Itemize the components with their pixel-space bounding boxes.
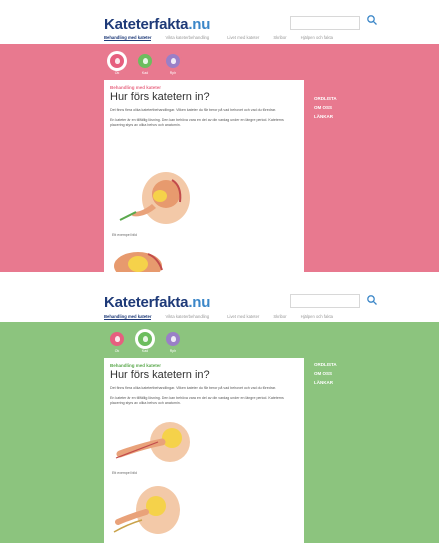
tab-circle [136, 52, 154, 70]
nav-item-skribor[interactable]: Skribor [273, 314, 286, 320]
search-icon[interactable] [366, 294, 378, 306]
anatomy-illustration [112, 416, 192, 468]
anatomy-illustration [112, 244, 176, 272]
tab-circle [164, 52, 182, 70]
page-title: Hur förs katetern in? [110, 91, 210, 103]
main-nav: Behandling med kateter Vikta kateterbeha… [104, 314, 333, 320]
breadcrumb[interactable]: Behandling med kateter [110, 363, 298, 368]
site-header: Kateterfakta.nu Behandling med kateter V… [0, 0, 439, 44]
site-logo[interactable]: Kateterfakta.nu [104, 294, 210, 311]
nav-item-skribor[interactable]: Skribor [273, 35, 286, 41]
side-menu: ORDLISTA OM OSS LÄNKAR [314, 94, 337, 121]
tab-circle [108, 52, 126, 70]
side-menu: ORDLISTA OM OSS LÄNKAR [314, 360, 337, 387]
drop-icon [115, 58, 120, 64]
category-tabs: Ok Kad Rph [108, 330, 182, 353]
tab-label: Kad [141, 71, 149, 75]
tab-rph[interactable]: Rph [164, 52, 182, 75]
tab-kad[interactable]: Kad [136, 330, 154, 353]
page-variant-2: Kateterfakta.nu Behandling med kateter V… [0, 272, 439, 543]
side-link-ordlista[interactable]: ORDLISTA [314, 94, 337, 103]
site-header: Kateterfakta.nu Behandling med kateter V… [0, 272, 439, 322]
drop-icon [171, 336, 176, 342]
article-paragraph: En kateter är en tillfällig lösning. Den… [110, 118, 284, 127]
anatomy-illustration [112, 482, 182, 542]
tab-label: Ok [114, 71, 120, 75]
side-link-lankar[interactable]: LÄNKAR [314, 378, 337, 387]
drop-icon [143, 336, 148, 342]
tab-ok[interactable]: Ok [108, 330, 126, 353]
tab-rph[interactable]: Rph [164, 330, 182, 353]
side-link-om-oss[interactable]: OM OSS [314, 103, 337, 112]
tab-label: Kad [141, 349, 149, 353]
tab-circle [164, 330, 182, 348]
drop-icon [171, 58, 176, 64]
article-paragraph: Det finns flera olika katetertbehandling… [110, 108, 276, 112]
article-paragraph: Det finns flera olika katetertbehandling… [110, 386, 276, 390]
nav-item-hjalpen[interactable]: Hjälpen och fakta [301, 35, 333, 41]
illustration-caption: Ett exempel bild [112, 471, 137, 475]
search-input[interactable] [290, 294, 360, 308]
search-icon[interactable] [366, 14, 378, 26]
tab-label: Rph [169, 71, 177, 75]
category-tabs: Ok Kad Rph [108, 52, 182, 75]
tab-kad[interactable]: Kad [136, 52, 154, 75]
article-paragraph: En kateter är en tillfällig lösning. Den… [110, 396, 284, 405]
side-link-om-oss[interactable]: OM OSS [314, 369, 337, 378]
tab-label: Ok [114, 349, 120, 353]
nav-item-livet[interactable]: Livet med kateter [227, 35, 259, 41]
drop-icon [143, 58, 148, 64]
anatomy-illustration [112, 168, 192, 230]
nav-item-behandling[interactable]: Behandling med kateter [104, 314, 152, 320]
site-logo[interactable]: Kateterfakta.nu [104, 16, 210, 33]
tab-circle [108, 330, 126, 348]
nav-item-hjalpen[interactable]: Hjälpen och fakta [301, 314, 333, 320]
nav-item-vikta[interactable]: Vikta kateterbehandling [165, 314, 209, 320]
nav-item-vikta[interactable]: Vikta kateterbehandling [165, 35, 209, 41]
drop-icon [115, 336, 120, 342]
main-nav: Behandling med kateter Vikta kateterbeha… [104, 35, 333, 41]
search-input[interactable] [290, 16, 360, 30]
illustration-caption: Ett exempel bild [112, 233, 137, 237]
page-title: Hur förs katetern in? [110, 369, 210, 381]
breadcrumb[interactable]: Behandling med kateter [110, 85, 298, 90]
tab-label: Rph [169, 349, 177, 353]
nav-item-livet[interactable]: Livet med kateter [227, 314, 259, 320]
side-link-ordlista[interactable]: ORDLISTA [314, 360, 337, 369]
side-link-lankar[interactable]: LÄNKAR [314, 112, 337, 121]
nav-item-behandling[interactable]: Behandling med kateter [104, 35, 152, 41]
tab-circle [136, 330, 154, 348]
tab-ok[interactable]: Ok [108, 52, 126, 75]
